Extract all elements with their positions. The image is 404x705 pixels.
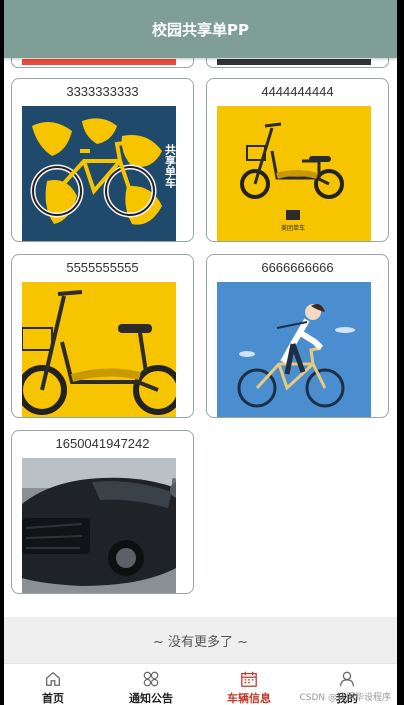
cyclist-illustration-image — [217, 282, 371, 417]
bottom-tab-bar: 首页 通知公告 车辆信息 我的 CSDN @计同毕设程序 — [4, 663, 397, 705]
card-image[interactable]: 美团单车 — [217, 106, 371, 241]
tab-home[interactable]: 首页 — [4, 664, 102, 705]
grid-icon — [143, 671, 159, 687]
tab-label: 首页 — [42, 692, 64, 705]
scooter-image-caption: 美团单车 — [281, 224, 305, 232]
page-header: 校园共享单PP — [4, 0, 397, 58]
user-icon — [340, 671, 354, 687]
bike-world-map-image: 共享单车 — [22, 106, 176, 241]
card-image-partial — [22, 59, 176, 65]
bike-card[interactable]: 6666666666 — [206, 254, 389, 418]
tab-notices[interactable]: 通知公告 — [102, 664, 200, 705]
tab-label: 通知公告 — [129, 692, 173, 705]
tab-vehicles[interactable]: 车辆信息 — [200, 664, 298, 705]
yellow-scooter-closeup-image — [22, 282, 176, 417]
previous-card-row — [4, 46, 397, 68]
card-title: 1650041947242 — [55, 436, 150, 451]
card-image[interactable]: 共享单车 — [22, 106, 176, 241]
watermark-text: CSDN @计同毕设程序 — [299, 693, 391, 703]
tab-label: 车辆信息 — [227, 692, 271, 705]
card-image[interactable] — [22, 458, 176, 593]
no-more-text: ~ 没有更多了 ~ — [152, 634, 249, 650]
card-title: 4444444444 — [261, 84, 334, 99]
home-icon — [46, 671, 60, 686]
card-title: 3333333333 — [66, 84, 139, 99]
yellow-scooter-image: 美团单车 — [217, 106, 371, 241]
card-image[interactable] — [217, 282, 371, 417]
no-more-footer: ~ 没有更多了 ~ — [4, 617, 397, 663]
bike-card[interactable]: 5555555555 — [11, 254, 194, 418]
bike-card[interactable]: 3333333333 共享单车 — [11, 78, 194, 242]
bike-card[interactable]: 1650041947242 — [11, 430, 194, 594]
bike-image-caption: 共享单车 — [164, 143, 177, 189]
card-title: 6666666666 — [261, 260, 334, 275]
card-image[interactable] — [22, 282, 176, 417]
card-image-partial — [217, 59, 371, 65]
page-title: 校园共享单PP — [152, 20, 249, 39]
app-screen: 校园共享单PP 3333333333 共享单车 4444444444 美团单车 … — [4, 0, 397, 705]
card-title: 5555555555 — [66, 260, 139, 275]
calendar-icon — [241, 671, 257, 687]
bike-card[interactable]: 4444444444 美团单车 — [206, 78, 389, 242]
black-car-image — [22, 458, 176, 593]
